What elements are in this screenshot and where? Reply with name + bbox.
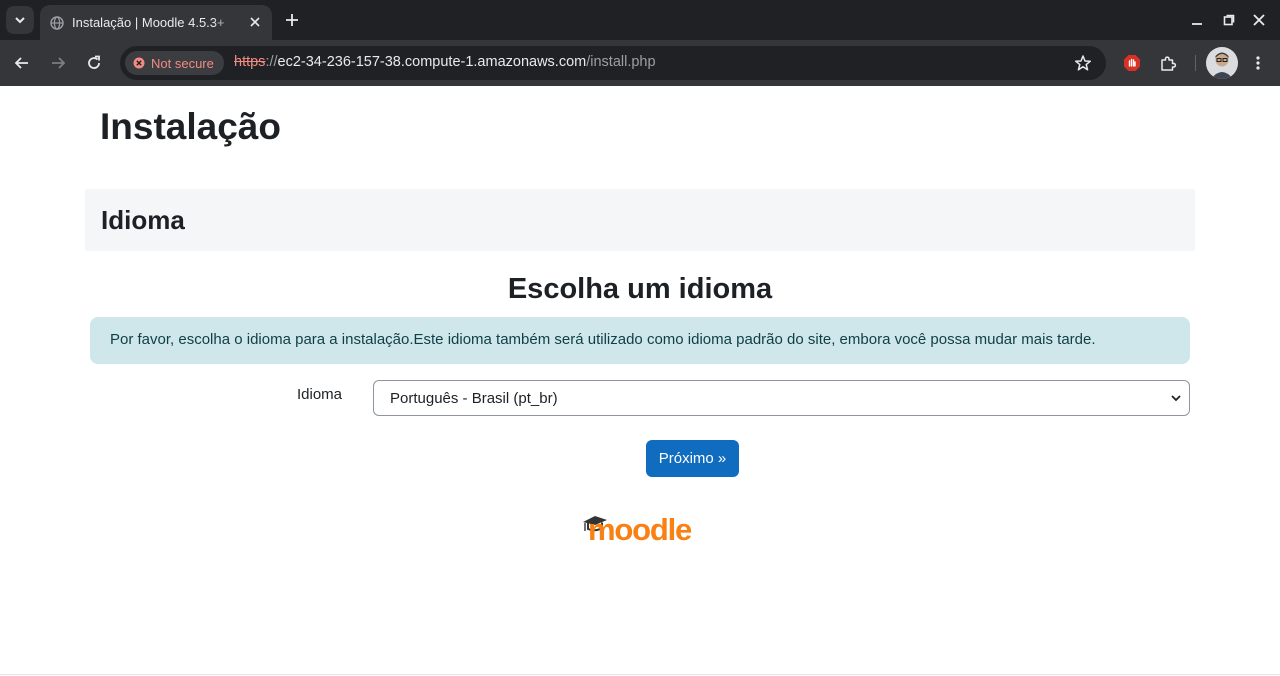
page-content: Instalação Idioma Escolha um idioma Por …	[0, 86, 1280, 676]
section-title: Idioma	[101, 205, 185, 235]
browser-menu-button[interactable]	[1246, 51, 1270, 75]
globe-icon	[50, 15, 64, 30]
url-path: /install.php	[586, 54, 656, 70]
section-header: Idioma	[85, 189, 1195, 251]
reload-button[interactable]	[82, 51, 106, 75]
browser-tab-active[interactable]: Instalação | Moodle 4.5.3+	[40, 5, 272, 40]
avatar[interactable]	[1206, 47, 1238, 79]
language-label: Idioma	[297, 386, 343, 403]
tab-title: Instalação | Moodle 4.5.3+	[72, 15, 225, 30]
plus-icon	[286, 14, 298, 26]
restore-icon	[1223, 14, 1235, 26]
browser-toolbar: Not secure https://ec2-34-236-157-38.com…	[0, 40, 1280, 86]
security-indicator[interactable]: Not secure	[125, 51, 224, 75]
url-text[interactable]: https://ec2-34-236-157-38.compute-1.amaz…	[234, 54, 656, 70]
logo-text: moodle	[588, 512, 692, 546]
close-icon	[1253, 14, 1265, 26]
moodle-logo: moodle	[582, 506, 702, 547]
close-icon[interactable]	[246, 13, 264, 31]
kebab-menu-icon	[1256, 56, 1260, 70]
new-tab-button[interactable]	[280, 8, 304, 32]
choose-language-heading: Escolha um idioma	[507, 273, 773, 305]
chevron-down-icon	[1169, 391, 1183, 405]
security-label: Not secure	[151, 55, 214, 71]
warning-icon	[133, 57, 145, 69]
browser-tab-strip: Instalação | Moodle 4.5.3+	[0, 0, 1280, 40]
restore-button[interactable]	[1219, 10, 1239, 30]
footer-divider	[0, 674, 1280, 675]
chevron-down-icon	[15, 17, 25, 24]
address-bar[interactable]: Not secure https://ec2-34-236-157-38.com…	[120, 46, 1106, 80]
forward-button[interactable]	[46, 51, 70, 75]
url-host: ec2-34-236-157-38.compute-1.amazonaws.co…	[277, 54, 587, 70]
window-close-button[interactable]	[1249, 10, 1269, 30]
language-select[interactable]: Português - Brasil (pt_br)	[373, 380, 1190, 416]
extension-icon	[1124, 55, 1140, 71]
star-icon[interactable]	[1074, 54, 1092, 72]
url-scheme: https	[234, 54, 266, 70]
page-title: Instalação	[100, 106, 281, 147]
info-alert: Por favor, escolha o idioma para a insta…	[90, 317, 1190, 364]
minimize-button[interactable]	[1187, 10, 1207, 30]
next-button[interactable]: Próximo »	[646, 440, 739, 477]
back-button[interactable]	[10, 51, 34, 75]
toolbar-divider	[1195, 55, 1196, 71]
language-select-value: Português - Brasil (pt_br)	[390, 389, 558, 407]
extensions-menu-button[interactable]	[1156, 51, 1180, 75]
minimize-icon	[1192, 23, 1202, 25]
reload-icon	[88, 55, 100, 69]
puzzle-icon	[1161, 56, 1177, 71]
extension-adblock-button[interactable]	[1120, 51, 1144, 75]
forward-icon	[52, 57, 66, 69]
tab-search-button[interactable]	[6, 6, 34, 34]
back-icon	[14, 57, 28, 69]
url-separator: ://	[265, 54, 278, 70]
